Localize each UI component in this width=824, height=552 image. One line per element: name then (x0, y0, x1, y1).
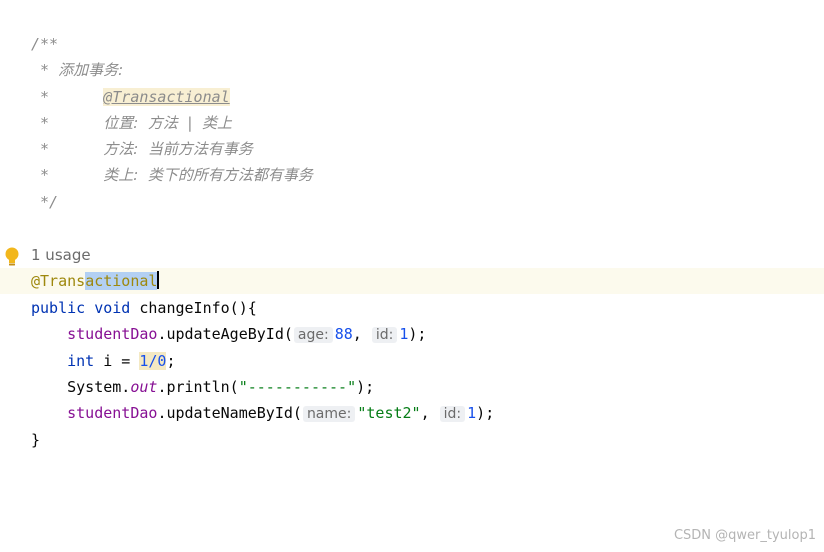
doc-comment-class: 类上: 类下的所有方法都有事务 (103, 166, 313, 184)
field-out[interactable]: out (130, 378, 157, 396)
doc-comment-open: /** (31, 35, 59, 53)
string-literal: "-----------" (238, 378, 357, 396)
doc-comment-method: 方法: 当前方法有事务 (103, 140, 253, 158)
value-id: 1 (467, 404, 477, 422)
doc-comment-prefix: * (31, 166, 104, 184)
keyword-void: void (94, 299, 131, 317)
param-hint-age: age: (293, 327, 333, 343)
statement-end: ; (166, 352, 176, 370)
annotation-line[interactable]: @Transactional (0, 268, 824, 294)
usage-count[interactable]: 1 usage (31, 242, 91, 268)
text-caret (157, 271, 160, 289)
closing-brace-line: } (0, 427, 824, 453)
statement-end: ); (476, 404, 495, 422)
statement-update-name: studentDao.updateNameById(name: "test2", … (0, 400, 824, 426)
doc-comment-line-4: * 方法: 当前方法有事务 (0, 136, 824, 162)
doc-comment-line-2: * @Transactional (0, 84, 824, 110)
doc-comment-prefix: * (31, 61, 59, 79)
annotation-prefix: @Trans (31, 272, 86, 290)
lightbulb-icon[interactable] (4, 247, 20, 267)
doc-comment-prefix: * (31, 114, 104, 132)
separator: , (420, 404, 439, 422)
value-id: 1 (399, 325, 409, 343)
statement-update-age: studentDao.updateAgeById(age: 88, id: 1); (0, 321, 824, 347)
watermark: CSDN @qwer_tyulop1 (673, 528, 816, 543)
method-call[interactable]: .updateAgeById( (157, 325, 292, 343)
doc-comment-title: 添加事务: (58, 61, 124, 79)
doc-comment-annotation-link[interactable]: @Transactional (103, 88, 230, 106)
method-call[interactable]: .updateNameById( (157, 404, 302, 422)
usage-hint-line: 1 usage (0, 242, 824, 268)
param-hint-id: id: (439, 406, 466, 422)
statement-end: ); (356, 378, 375, 396)
separator: , (352, 325, 371, 343)
doc-comment-line-5: * 类上: 类下的所有方法都有事务 (0, 162, 824, 188)
doc-comment-position: 位置: 方法 | 类上 (103, 114, 232, 132)
keyword-int: int (67, 352, 95, 370)
closing-brace: } (31, 431, 41, 449)
value-name: "test2" (357, 404, 421, 422)
doc-comment-prefix: * (31, 88, 104, 106)
value-age: 88 (334, 325, 353, 343)
doc-comment-open-line: /** (0, 31, 824, 57)
method-println[interactable]: .println( (157, 378, 238, 396)
class-system[interactable]: System. (67, 378, 130, 396)
param-hint-id: id: (371, 327, 398, 343)
field-student-dao[interactable]: studentDao (67, 404, 157, 422)
doc-comment-prefix: * (31, 140, 104, 158)
keyword-public: public (31, 299, 86, 317)
division-expression[interactable]: 1/0 (139, 352, 167, 370)
doc-comment-close: */ (31, 193, 59, 211)
field-student-dao[interactable]: studentDao (67, 325, 157, 343)
statement-end: ); (408, 325, 427, 343)
method-signature-line: public void changeInfo(){ (0, 295, 824, 321)
doc-comment-line-1: * 添加事务: (0, 57, 824, 83)
statement-int-division: int i = 1/0; (0, 348, 824, 374)
param-hint-name: name: (302, 406, 356, 422)
variable-assignment: i = (94, 352, 140, 370)
method-name[interactable]: changeInfo(){ (130, 299, 256, 317)
doc-comment-line-3: * 位置: 方法 | 类上 (0, 110, 824, 136)
doc-comment-close-line: */ (0, 189, 824, 215)
annotation-selection[interactable]: actional (85, 272, 158, 290)
statement-println: System.out.println("-----------"); (0, 374, 824, 400)
